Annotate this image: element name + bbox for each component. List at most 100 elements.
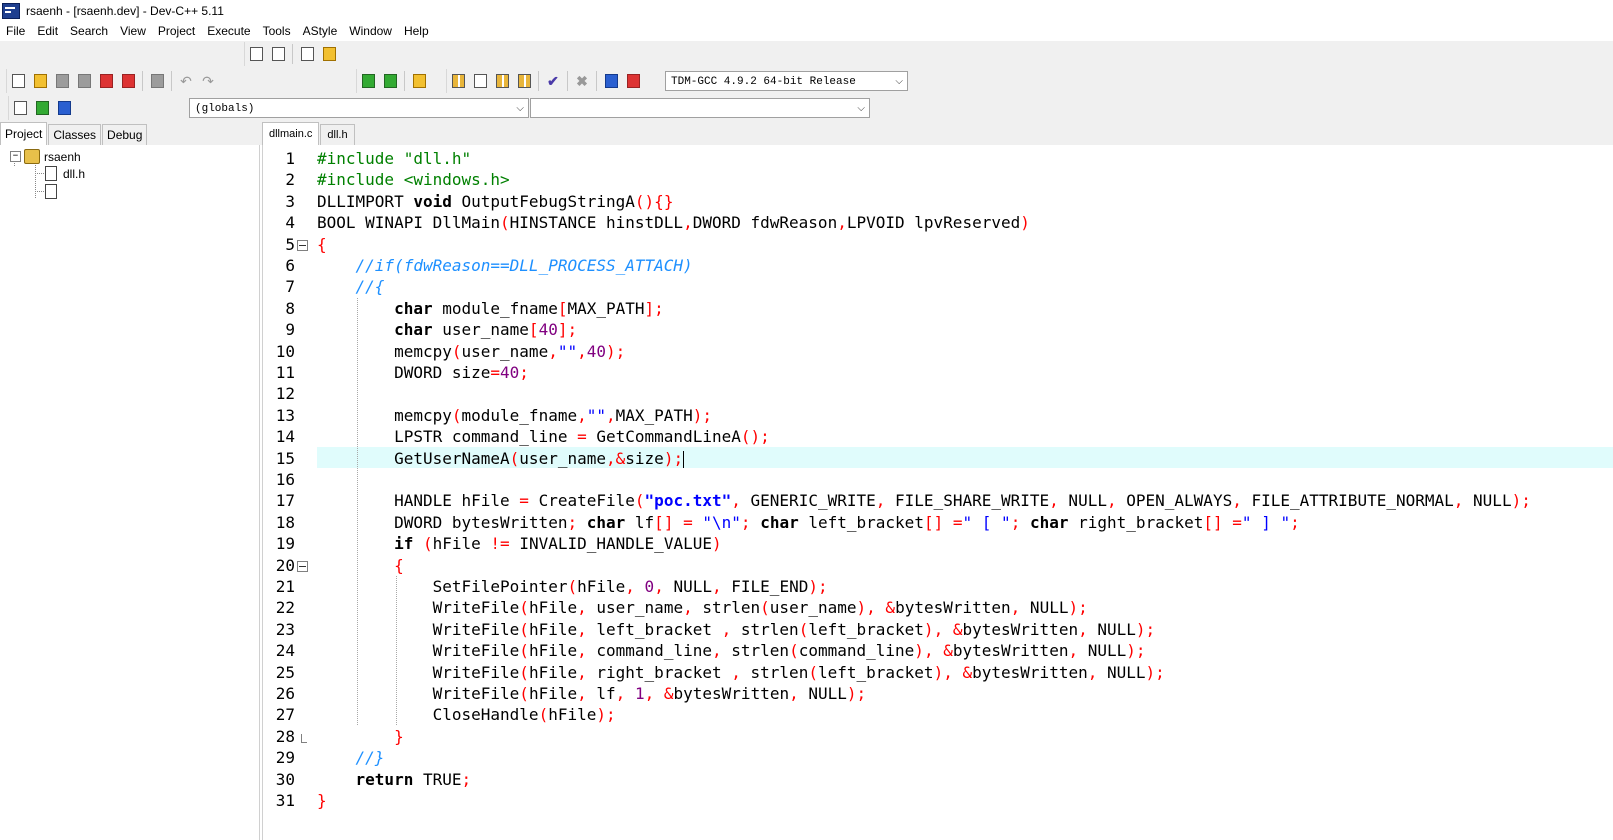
save-icon [55,74,69,88]
menu-search[interactable]: Search [64,21,114,41]
syntax-check-button[interactable]: ✔ [543,71,563,91]
code-line: BOOL WINAPI DllMain(HINSTANCE hinstDLL,D… [317,213,1030,232]
goto-function-button[interactable] [319,44,339,64]
menu-help[interactable]: Help [398,21,435,41]
tab-classes[interactable]: Classes [48,124,102,145]
run-button[interactable] [470,71,490,91]
code-line: SetFilePointer(hFile, 0, NULL, FILE_END)… [317,577,828,596]
text-caret [683,451,685,468]
line-number: 18 [275,513,295,532]
find-button[interactable] [246,44,266,64]
code-line: CloseHandle(hFile); [317,705,616,724]
compiler-select[interactable]: TDM-GCC 4.9.2 64-bit Release ⌵ [665,71,908,91]
code-line: WriteFile(hFile, lf, 1, &bytesWritten, N… [317,684,867,703]
tab-debug[interactable]: Debug [102,124,148,145]
menu-view[interactable]: View [114,21,152,41]
project-options-button[interactable] [409,71,429,91]
fold-toggle-icon[interactable] [297,561,308,572]
code-line: memcpy(user_name,"",40); [317,342,626,361]
tab-dllmain-c[interactable]: dllmain.c [262,122,320,145]
goto-bookmark-button[interactable] [54,98,74,118]
line-number: 24 [275,641,295,660]
stop-execution-button[interactable]: ✖ [572,71,592,91]
menu-file[interactable]: File [0,21,31,41]
rebuild-all-button[interactable] [514,71,534,91]
replace-button[interactable] [268,44,288,64]
tab-dll-h[interactable]: dll.h [320,124,355,145]
line-number: 1 [285,149,295,168]
line-number: 4 [285,213,295,232]
compile-run-icon [495,74,509,88]
rebuild-all-icon [517,74,531,88]
code-line: memcpy(module_fname,"",MAX_PATH); [317,406,712,425]
line-number: 29 [275,748,295,767]
project-file-node[interactable]: dll.h [45,165,85,182]
insert-button[interactable] [10,98,30,118]
project-options-icon [412,74,426,88]
open-button[interactable] [30,71,50,91]
compile-icon [451,74,465,88]
print-button[interactable] [147,71,167,91]
project-icon [24,149,40,164]
line-number: 11 [275,363,295,382]
save-all-icon [77,74,91,88]
compiler-select-value: TDM-GCC 4.9.2 64-bit Release [671,76,856,88]
tree-connector [35,191,44,192]
member-select[interactable]: ⌵ [530,98,870,118]
code-line: HANDLE hFile = CreateFile("poc.txt", GEN… [317,491,1531,510]
goto-line-button[interactable] [297,44,317,64]
tab-project[interactable]: Project [0,122,48,145]
file-icon [45,184,57,199]
menu-tools[interactable]: Tools [257,21,297,41]
project-file-node[interactable] [45,183,63,200]
add-to-project-button[interactable] [358,71,378,91]
save-button[interactable] [52,71,72,91]
chart-delete-icon [626,74,640,88]
fold-end-marker [301,734,307,743]
toolbar-separator [292,44,293,64]
toggle-bookmark-button[interactable] [32,98,52,118]
redo-button[interactable]: ↷ [198,71,218,91]
fold-toggle-icon[interactable] [297,240,308,251]
toolbar-separator [404,71,405,91]
menu-window[interactable]: Window [343,21,398,41]
goto-function-icon [322,47,336,61]
stop-icon: ✖ [576,73,588,89]
code-line: GetUserNameA(user_name,&size); [317,449,685,468]
code-line: DLLIMPORT void OutputFebugStringA(){} [317,192,674,211]
line-number: 27 [275,705,295,724]
remove-from-project-button[interactable] [380,71,400,91]
code-editor[interactable]: 1 2 3 4 5 6 7 8 9 10 11 12 13 14 15 16 1… [262,145,1613,840]
code-line: } [394,727,404,746]
line-number: 2 [285,170,295,189]
undo-button[interactable]: ↶ [176,71,196,91]
menu-project[interactable]: Project [152,21,201,41]
goto-bookmark-icon [57,101,71,115]
menu-astyle[interactable]: AStyle [297,21,344,41]
profile-button[interactable] [601,71,621,91]
title-bar: rsaenh - [rsaenh.dev] - Dev-C++ 5.11 [0,0,1613,21]
close-button[interactable] [96,71,116,91]
line-number: 14 [275,427,295,446]
menu-bar: File Edit Search View Project Execute To… [0,21,1613,41]
menu-execute[interactable]: Execute [201,21,256,41]
goto-line-icon [300,47,314,61]
project-root-node[interactable]: − rsaenh [10,148,81,165]
open-icon [33,74,47,88]
close-all-button[interactable] [118,71,138,91]
insert-icon [13,101,27,115]
line-number: 5 [285,235,295,254]
save-all-button[interactable] [74,71,94,91]
menu-edit[interactable]: Edit [31,21,64,41]
scope-select[interactable]: (globals) ⌵ [189,98,529,118]
line-number: 19 [275,534,295,553]
compile-run-button[interactable] [492,71,512,91]
left-panel-tabs: Project Classes Debug [0,122,262,145]
line-number: 22 [275,598,295,617]
collapse-icon[interactable]: − [10,151,21,162]
line-number: 21 [275,577,295,596]
new-file-button[interactable] [8,71,28,91]
new-file-icon [11,74,25,88]
profile-delete-button[interactable] [623,71,643,91]
compile-button[interactable] [448,71,468,91]
